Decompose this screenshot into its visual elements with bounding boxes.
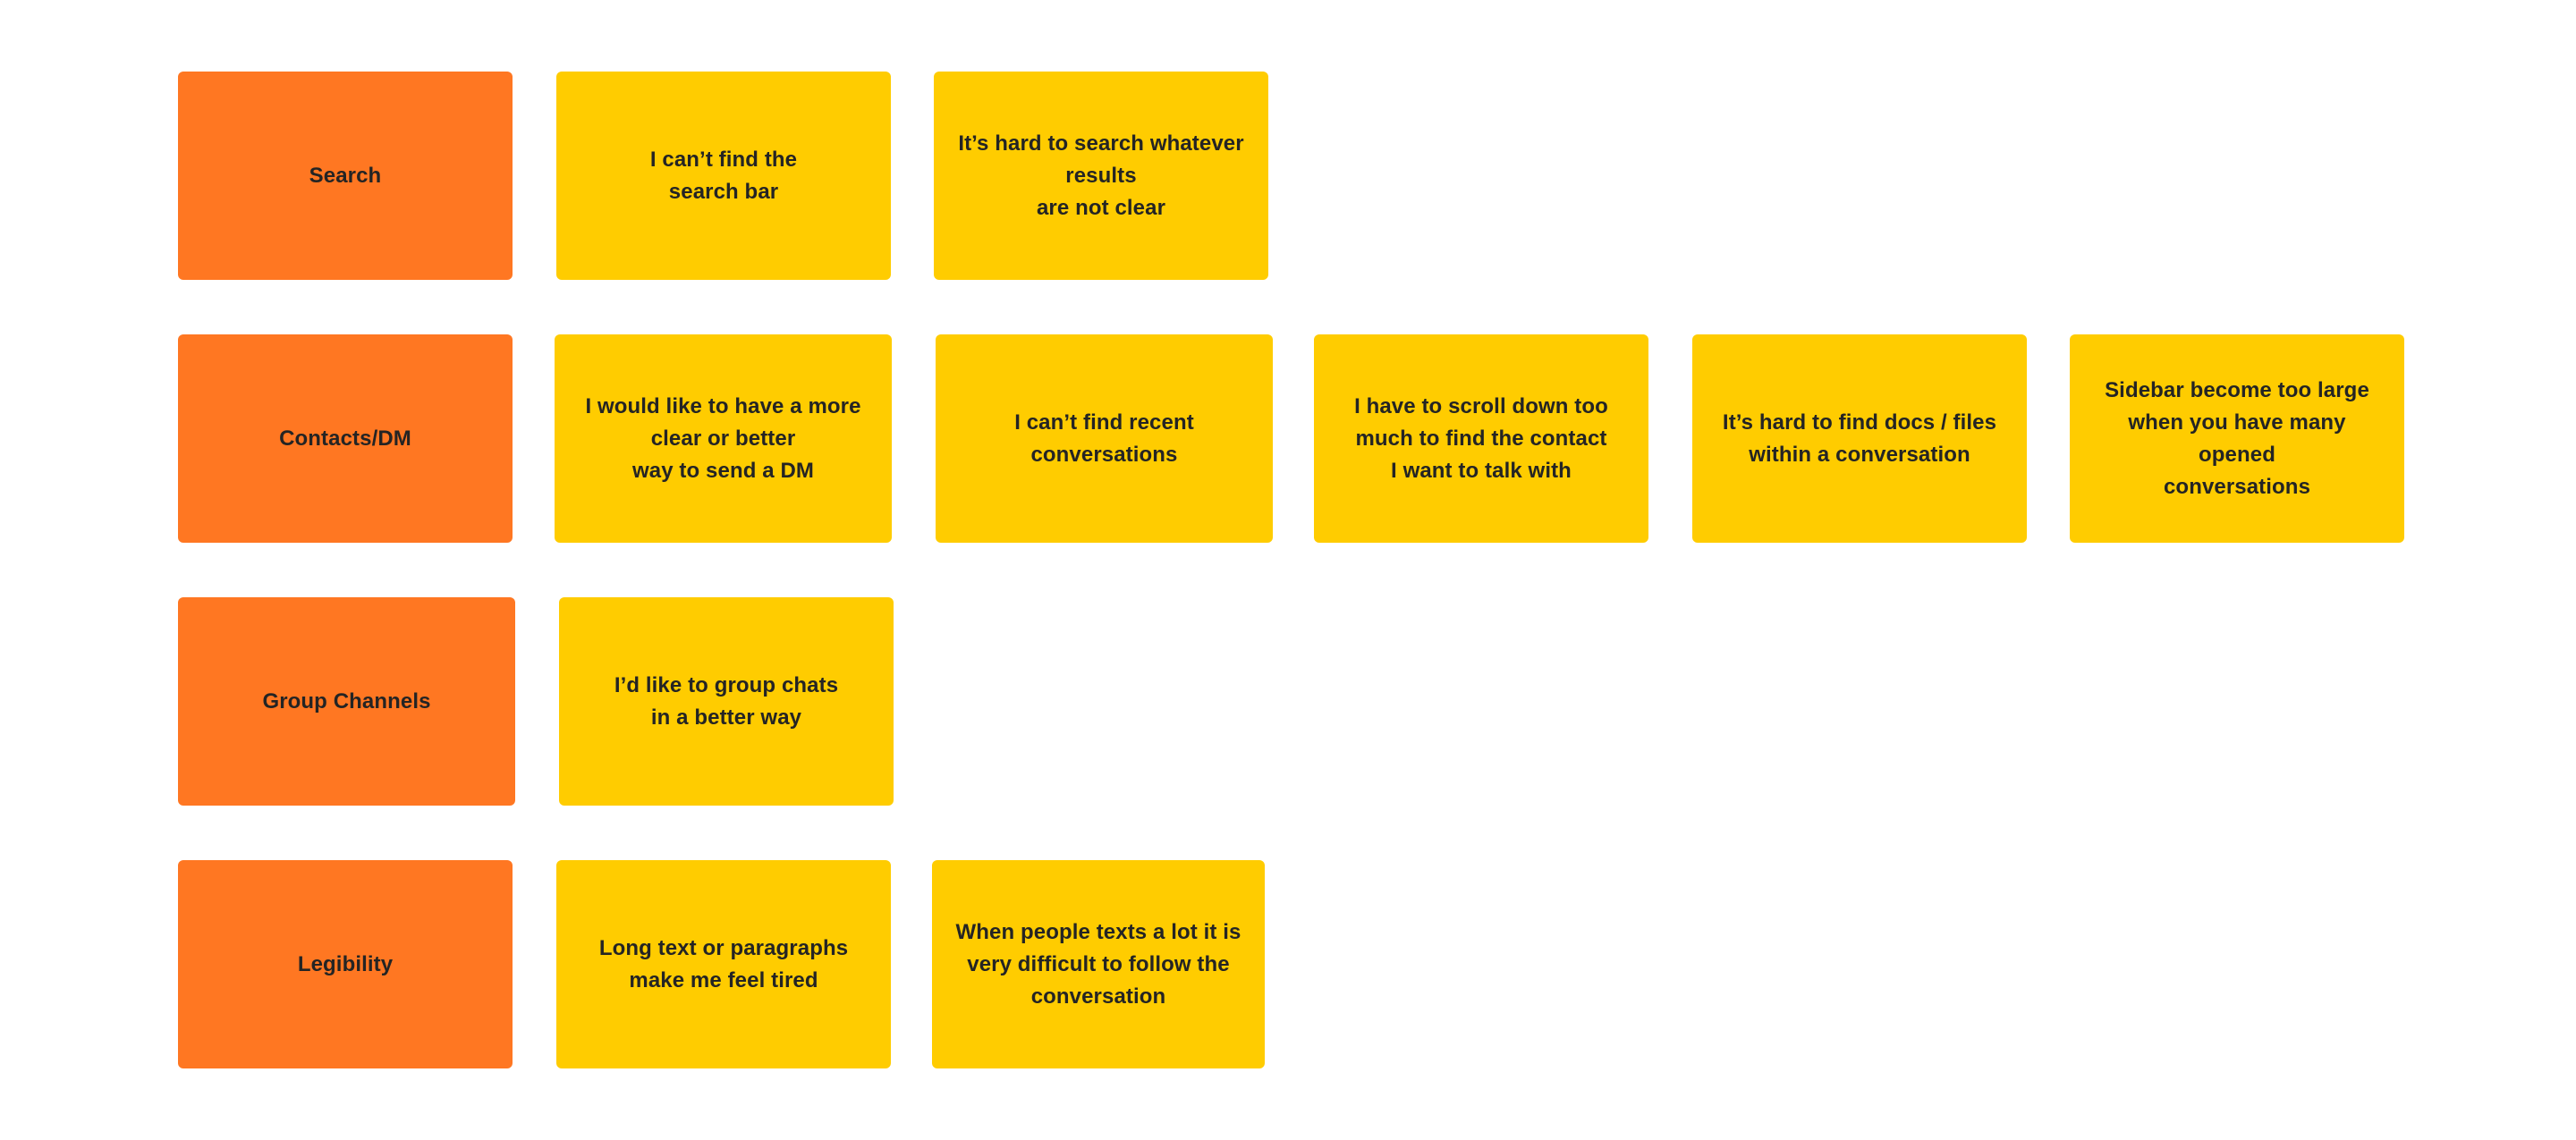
sticky-note[interactable]: Sidebar become too large when you have m… — [2070, 334, 2404, 543]
sticky-note[interactable]: I’d like to group chats in a better way — [559, 597, 894, 806]
category-card-search[interactable]: Search — [178, 72, 513, 280]
category-card-group-channels[interactable]: Group Channels — [178, 597, 515, 806]
category-card-legibility[interactable]: Legibility — [178, 860, 513, 1068]
sticky-note[interactable]: I can’t find recent conversations — [936, 334, 1273, 543]
sticky-note[interactable]: Long text or paragraphs make me feel tir… — [556, 860, 891, 1068]
sticky-note[interactable]: I have to scroll down too much to find t… — [1314, 334, 1648, 543]
sticky-note[interactable]: I would like to have a more clear or bet… — [555, 334, 892, 543]
sticky-note[interactable]: It’s hard to search whatever results are… — [934, 72, 1268, 280]
sticky-note[interactable]: When people texts a lot it is very diffi… — [932, 860, 1265, 1068]
affinity-board: Search I can’t find the search bar It’s … — [0, 0, 2576, 1140]
category-card-contacts-dm[interactable]: Contacts/DM — [178, 334, 513, 543]
sticky-note[interactable]: It’s hard to find docs / files within a … — [1692, 334, 2027, 543]
sticky-note[interactable]: I can’t find the search bar — [556, 72, 891, 280]
